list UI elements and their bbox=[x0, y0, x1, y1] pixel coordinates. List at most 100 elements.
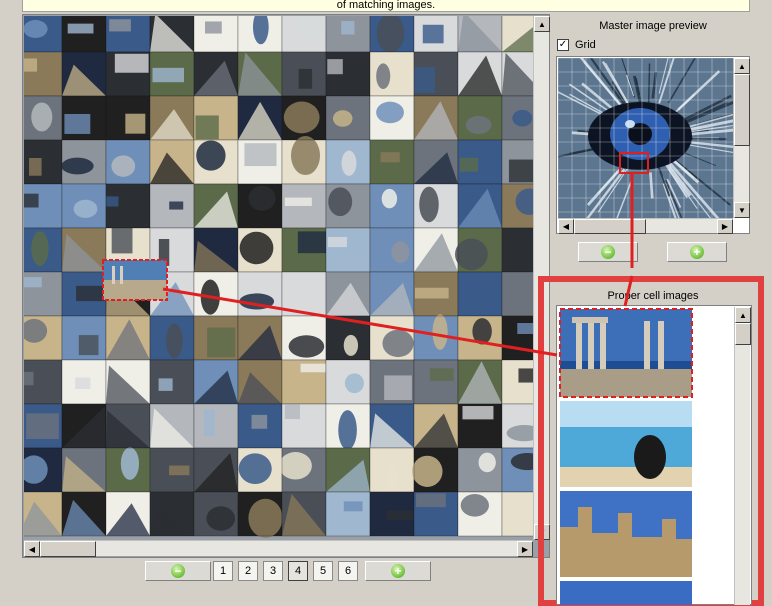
cells-vscroll[interactable]: ▲ bbox=[734, 307, 750, 605]
scroll-up-icon: ▲ bbox=[538, 20, 546, 29]
mosaic-tile bbox=[370, 96, 414, 140]
mosaic-tile bbox=[502, 404, 533, 448]
page-4-button[interactable]: 4 bbox=[288, 561, 308, 581]
preview-scroll-right-button[interactable]: ▶ bbox=[717, 219, 733, 234]
mosaic-tile bbox=[414, 272, 458, 316]
mosaic-tile bbox=[62, 404, 106, 448]
scroll-up-button[interactable]: ▲ bbox=[534, 16, 550, 32]
mosaic-tile bbox=[370, 272, 414, 316]
plus-icon: + bbox=[391, 564, 405, 578]
mosaic-tile bbox=[106, 140, 150, 184]
preview-vscroll-thumb[interactable] bbox=[734, 74, 750, 146]
castle-photo[interactable] bbox=[560, 491, 692, 577]
preview-hscroll-thumb[interactable] bbox=[574, 219, 646, 234]
mosaic-tile bbox=[238, 360, 282, 404]
mosaic-tile bbox=[370, 52, 414, 96]
mosaic-tile bbox=[238, 272, 282, 316]
mosaic-tile bbox=[62, 228, 106, 272]
cells-scroll-up-button[interactable]: ▲ bbox=[735, 307, 751, 323]
scroll-left-button[interactable]: ◀ bbox=[24, 541, 40, 557]
mosaic-tile bbox=[106, 404, 150, 448]
mosaic-tile bbox=[24, 360, 62, 404]
page-3-button[interactable]: 3 bbox=[263, 561, 283, 581]
mosaic-tile bbox=[502, 316, 533, 360]
grid-toggle[interactable]: ✓ Grid bbox=[557, 38, 596, 52]
preview-scroll-down-button[interactable]: ▼ bbox=[734, 202, 750, 218]
mosaic-tile bbox=[238, 492, 282, 538]
mosaic-tile bbox=[194, 360, 238, 404]
beach-woman-photo[interactable] bbox=[560, 401, 692, 487]
mosaic-tile bbox=[414, 228, 458, 272]
mosaic-tile bbox=[458, 316, 502, 360]
hint-text: of matching images. bbox=[337, 0, 435, 11]
temple-columns-photo[interactable] bbox=[560, 309, 692, 397]
mosaic-tile bbox=[502, 16, 533, 52]
mosaic-tile bbox=[282, 136, 326, 184]
mosaic-tile bbox=[414, 184, 458, 228]
mosaic-tile bbox=[194, 16, 238, 52]
mosaic-tile bbox=[194, 404, 238, 448]
mosaic-tile bbox=[24, 228, 62, 272]
preview-scroll-left-button[interactable]: ◀ bbox=[558, 219, 574, 234]
mosaic-tile bbox=[458, 96, 502, 140]
mosaic-tile bbox=[326, 228, 370, 272]
mosaic-tile bbox=[150, 448, 194, 492]
preview-zoom-out-button[interactable]: − bbox=[578, 242, 638, 262]
mosaic-tile bbox=[194, 140, 238, 184]
mosaic-tile bbox=[370, 16, 414, 53]
mosaic-tile bbox=[150, 16, 194, 52]
mosaic-tile bbox=[106, 96, 150, 140]
mosaic-tile bbox=[194, 492, 238, 536]
mosaic-tile bbox=[24, 404, 62, 448]
grid-checkbox[interactable]: ✓ bbox=[557, 39, 569, 51]
mosaic-tile bbox=[24, 52, 62, 96]
mosaic-zoom-out-button[interactable]: − bbox=[145, 561, 211, 581]
mosaic-tile bbox=[106, 316, 150, 360]
mosaic-tile bbox=[414, 314, 458, 360]
scroll-left-icon: ◀ bbox=[563, 222, 569, 231]
page-2-button[interactable]: 2 bbox=[238, 561, 258, 581]
mosaic-tile bbox=[238, 16, 282, 52]
mosaic-tile bbox=[194, 228, 238, 272]
scroll-left-icon: ◀ bbox=[29, 545, 35, 554]
cells-title: Proper cell images bbox=[556, 290, 750, 302]
mosaic-tile bbox=[62, 52, 106, 96]
mosaic-tile bbox=[106, 16, 150, 52]
cell-image-partial[interactable] bbox=[560, 581, 692, 605]
mosaic-tile bbox=[326, 360, 370, 404]
hint-banner: of matching images. bbox=[22, 0, 750, 12]
mosaic-tile bbox=[62, 316, 106, 360]
page-5-button[interactable]: 5 bbox=[313, 561, 333, 581]
mosaic-tile bbox=[370, 140, 414, 184]
preview-hscroll[interactable]: ◀ ▶ bbox=[558, 218, 733, 233]
cells-vscroll-thumb[interactable] bbox=[735, 323, 751, 345]
mosaic-tile bbox=[458, 16, 502, 52]
mosaic-tile bbox=[282, 96, 326, 140]
preview-scroll-up-button[interactable]: ▲ bbox=[734, 58, 750, 74]
mosaic-tile bbox=[370, 492, 415, 536]
page-6-button[interactable]: 6 bbox=[338, 561, 358, 581]
mosaic-tile bbox=[238, 96, 282, 140]
page-1-button[interactable]: 1 bbox=[213, 561, 233, 581]
mosaic-tile bbox=[370, 184, 414, 228]
mosaic-image bbox=[24, 16, 533, 540]
mosaic-hscroll[interactable]: ◀ ▶ bbox=[24, 540, 533, 556]
scroll-down-icon: ▼ bbox=[738, 206, 746, 215]
preview-vscroll[interactable]: ▲ ▼ bbox=[733, 58, 749, 218]
page-list: 123456 bbox=[213, 561, 363, 581]
master-preview-image[interactable] bbox=[558, 58, 733, 218]
mosaic-tile bbox=[326, 272, 370, 316]
mosaic-tile bbox=[106, 360, 150, 404]
scroll-right-button[interactable]: ▶ bbox=[517, 541, 533, 557]
cell-images-thumbnails bbox=[558, 307, 734, 605]
mosaic-canvas[interactable] bbox=[24, 16, 533, 540]
mosaic-zoom-in-button[interactable]: + bbox=[365, 561, 431, 581]
mosaic-tile bbox=[24, 96, 62, 140]
mosaic-tile bbox=[502, 228, 533, 272]
mosaic-tile bbox=[238, 52, 282, 96]
preview-zoom-in-button[interactable]: + bbox=[667, 242, 727, 262]
hscroll-thumb[interactable] bbox=[40, 541, 96, 557]
selected-mosaic-cell bbox=[103, 260, 167, 300]
mosaic-tile bbox=[414, 404, 458, 448]
mosaic-tile bbox=[238, 448, 282, 492]
